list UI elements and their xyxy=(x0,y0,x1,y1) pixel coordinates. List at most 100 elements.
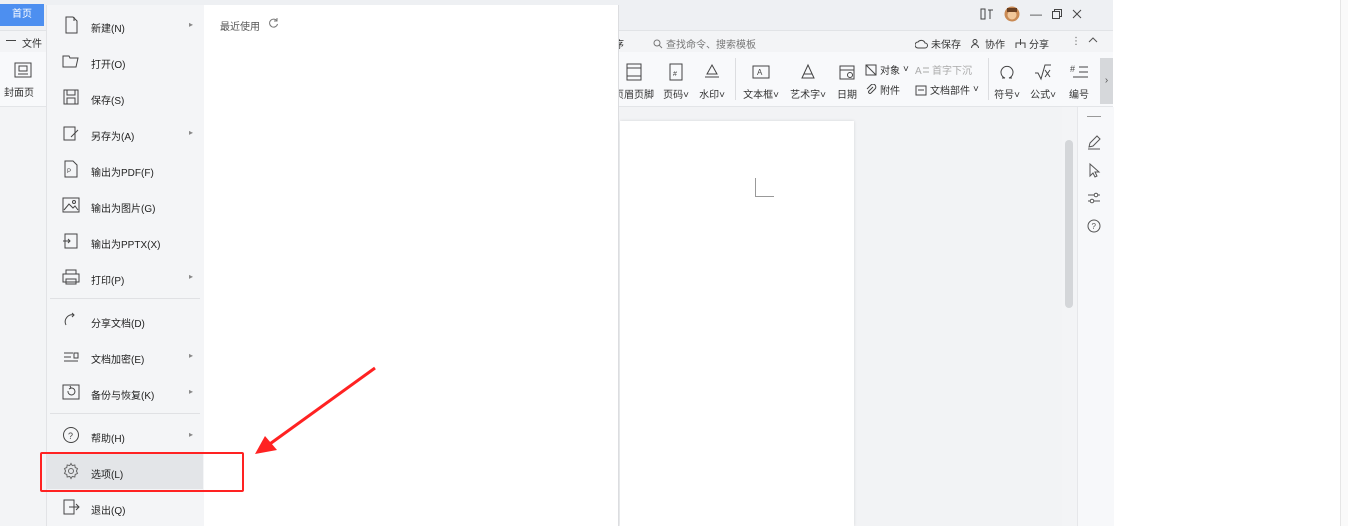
header-footer-button[interactable]: 页眉页脚 xyxy=(614,62,654,101)
collaborate-button[interactable]: 协作 xyxy=(971,36,1005,51)
open-folder-icon xyxy=(62,52,80,70)
calendar-icon xyxy=(837,62,857,82)
attachment-label: 附件 xyxy=(880,86,900,97)
drop-cap-button[interactable]: A 首字下沉 xyxy=(915,62,972,78)
outer-scrollbar[interactable] xyxy=(1340,0,1348,526)
menu-item[interactable]: 保存(S) xyxy=(47,79,203,115)
drop-cap-label: 首字下沉 xyxy=(932,66,972,77)
menu-item[interactable]: 输出为图片(G) xyxy=(47,187,203,223)
menu-item[interactable]: 退出(Q) xyxy=(47,489,203,525)
symbol-button[interactable]: 符号˅ xyxy=(992,62,1022,101)
header-footer-icon xyxy=(624,62,644,82)
menu-separator xyxy=(50,413,200,414)
wordart-button[interactable]: 艺术字˅ xyxy=(788,62,828,101)
print-icon xyxy=(62,268,80,286)
unsaved-button[interactable]: 未保存 xyxy=(915,36,961,51)
file-menu-label: 文件 xyxy=(22,39,42,50)
menu-item[interactable]: 打开(O) xyxy=(47,43,203,79)
cursor-icon[interactable] xyxy=(1086,162,1102,178)
page-number-icon: # xyxy=(666,62,686,82)
menu-item[interactable]: ? 帮助(H) ▸ xyxy=(47,417,203,453)
menu-item-label: 新建(N) xyxy=(91,24,125,35)
numbering-icon: # xyxy=(1069,62,1089,82)
omega-icon xyxy=(997,62,1017,82)
minimize-icon[interactable]: — xyxy=(1030,7,1042,21)
menu-separator xyxy=(50,298,200,299)
attachment-button[interactable]: 附件 xyxy=(865,82,900,97)
collaborate-label: 协作 xyxy=(985,40,1005,51)
symbol-label: 符号 xyxy=(994,90,1015,101)
more-options-icon[interactable]: ⋮ xyxy=(1071,36,1081,47)
page-number-button[interactable]: # 页码˅ xyxy=(660,62,692,101)
menu-item-label: 输出为图片(G) xyxy=(91,204,156,215)
sqrt-icon xyxy=(1033,62,1053,82)
user-avatar[interactable] xyxy=(1004,6,1020,22)
menu-item[interactable]: 备份与恢复(K) ▸ xyxy=(47,374,203,410)
menu-item[interactable]: 另存为(A) ▸ xyxy=(47,115,203,151)
object-button[interactable]: 对象 ˅ xyxy=(865,62,909,77)
share-label: 分享 xyxy=(1029,40,1049,51)
home-tab[interactable]: 首页 xyxy=(0,4,44,26)
menu-item-label: 输出为PDF(F) xyxy=(91,168,154,179)
menu-item-label: 输出为PPTX(X) xyxy=(91,240,161,251)
layout-icon[interactable] xyxy=(980,8,994,20)
pen-icon[interactable] xyxy=(1086,134,1102,150)
new-doc-icon xyxy=(62,16,80,34)
header-footer-label: 页眉页脚 xyxy=(614,90,654,101)
submenu-arrow-icon: ▸ xyxy=(189,430,194,439)
watermark-button[interactable]: 水印˅ xyxy=(696,62,728,101)
menu-item[interactable]: 新建(N) ▸ xyxy=(47,7,203,43)
svg-text:?: ? xyxy=(68,431,73,441)
paperclip-icon xyxy=(865,83,877,96)
object-label: 对象 xyxy=(880,66,900,77)
desktop-background xyxy=(1113,0,1348,526)
cover-page-button[interactable]: 封面页 xyxy=(2,60,46,100)
formula-button[interactable]: 公式˅ xyxy=(1028,62,1058,101)
window-controls: — xyxy=(980,6,1082,22)
page-margin-marker xyxy=(755,178,774,197)
menu-item-label: 分享文档(D) xyxy=(91,319,145,330)
encrypt-icon xyxy=(62,347,80,365)
drop-cap-icon: A xyxy=(915,64,929,76)
svg-text:A: A xyxy=(915,66,922,76)
svg-text:A: A xyxy=(757,68,763,77)
save-icon xyxy=(62,88,80,106)
menu-item-label: 文档加密(E) xyxy=(91,355,145,366)
search-placeholder: 查找命令、搜索模板 xyxy=(666,40,756,51)
scrollbar-thumb[interactable] xyxy=(1065,140,1073,308)
menu-item-label: 退出(Q) xyxy=(91,506,126,517)
menu-item[interactable]: 文档加密(E) ▸ xyxy=(47,338,203,374)
textbox-icon: A xyxy=(751,62,771,82)
pdf-icon: P xyxy=(62,160,80,178)
menu-item[interactable]: P 输出为PDF(F) xyxy=(47,151,203,187)
wordart-label: 艺术字 xyxy=(790,90,821,101)
textbox-label: 文本框 xyxy=(743,90,774,101)
page-number-label: 页码 xyxy=(663,90,684,101)
ribbon-scroll-right-icon[interactable]: › xyxy=(1100,58,1113,104)
numbering-button[interactable]: # 编号 xyxy=(1064,62,1094,101)
cover-page-icon xyxy=(14,62,32,78)
doc-parts-button[interactable]: 文档部件 ˅ xyxy=(915,82,979,97)
command-search[interactable]: 查找命令、搜索模板 xyxy=(653,36,756,51)
menu-item[interactable]: 打印(P) ▸ xyxy=(47,259,203,295)
file-menu-button[interactable]: 文件 xyxy=(0,31,46,51)
help-circle-icon[interactable]: ? xyxy=(1086,218,1102,234)
annotation-arrow xyxy=(255,366,376,454)
ribbon-divider-2 xyxy=(988,58,989,100)
restore-icon[interactable] xyxy=(1052,9,1062,19)
close-icon[interactable] xyxy=(1072,9,1082,19)
textbox-button[interactable]: A 文本框˅ xyxy=(741,62,781,101)
submenu-arrow-icon: ▸ xyxy=(189,272,194,281)
menu-item-label: 打印(P) xyxy=(91,276,125,287)
menu-item[interactable]: 输出为PPTX(X) xyxy=(47,223,203,259)
cover-page-label: 封面页 xyxy=(4,88,34,99)
share-button[interactable]: 分享 xyxy=(1015,36,1049,51)
adjust-icon[interactable] xyxy=(1086,190,1102,206)
menu-item[interactable]: 分享文档(D) xyxy=(47,302,203,338)
collapse-ribbon-icon[interactable] xyxy=(1088,36,1098,44)
refresh-icon[interactable] xyxy=(268,17,279,28)
doc-parts-label: 文档部件 xyxy=(930,86,970,97)
cloud-icon xyxy=(915,39,928,49)
document-page[interactable] xyxy=(620,121,854,526)
date-button[interactable]: 日期 xyxy=(834,62,860,101)
